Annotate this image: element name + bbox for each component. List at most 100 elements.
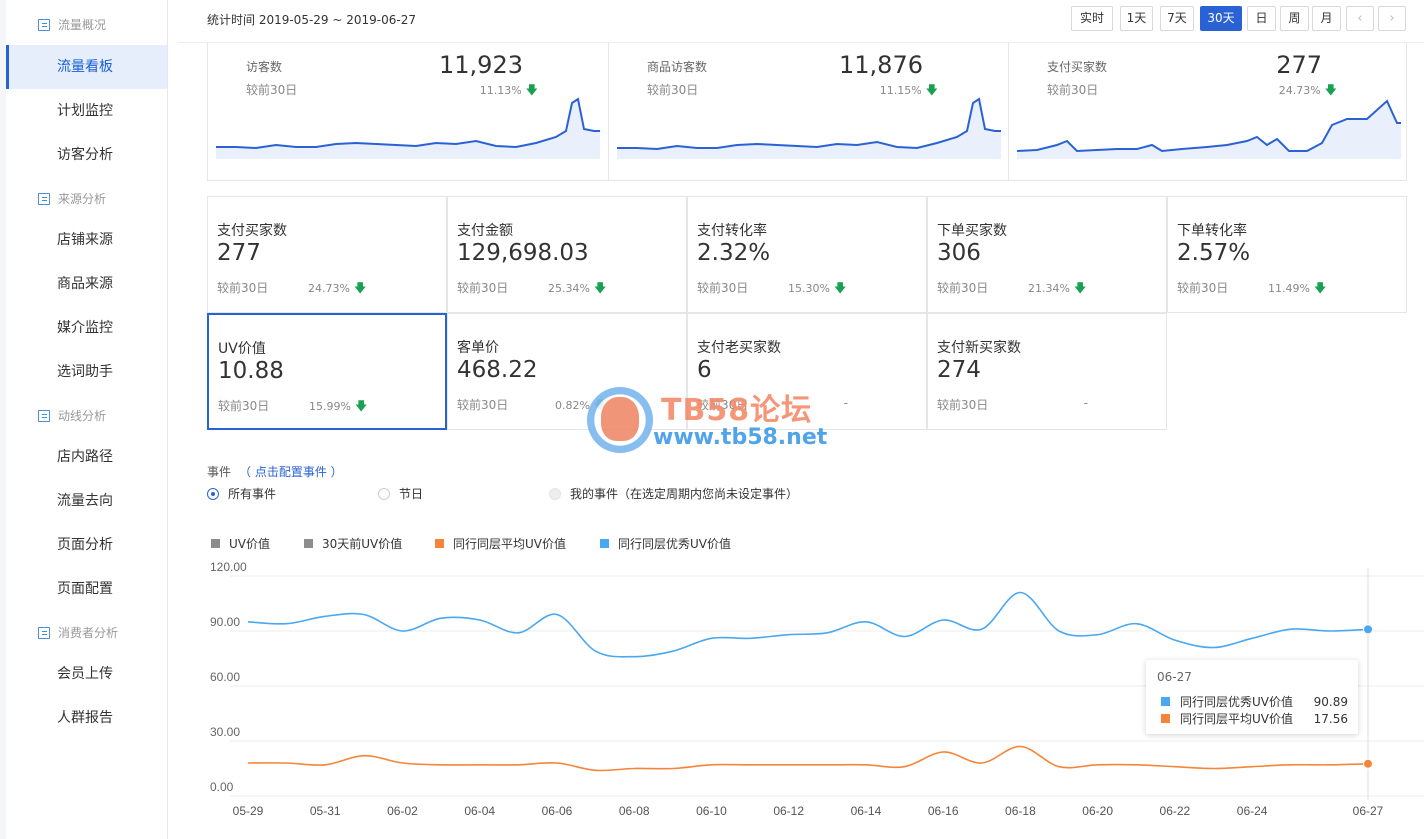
legend-uv-value[interactable]: UV价值 [211, 535, 270, 552]
radio-checked-icon[interactable] [207, 487, 219, 500]
sidebar-item-member-upload[interactable]: 会员上传 [6, 652, 167, 696]
metric-value: 2.32% [697, 240, 771, 266]
sidebar-item-plan-monitor[interactable]: 计划监控 [6, 89, 167, 133]
metric-title: 支付转化率 [697, 223, 767, 239]
sidebar-item-visitor-analysis[interactable]: 访客分析 [6, 133, 167, 177]
tooltip-name: 同行同层平均UV价值 [1180, 712, 1293, 726]
down-arrow-icon: 🡇 [354, 399, 368, 413]
metric-value: 129,698.03 [457, 240, 589, 266]
month-button[interactable]: 月 [1312, 6, 1341, 31]
legend-label: UV价值 [229, 537, 270, 551]
spark-cards: 访客数 较前30日 11,923 11.13% 🡇 商品访客数 较前30日 11,… [207, 43, 1407, 181]
period-text: 统计时间 2019-05-29 ~ 2019-06-27 [207, 13, 416, 27]
metric-compare: 较前30日 [217, 281, 269, 295]
legend-uv-30days-ago[interactable]: 30天前UV价值 [304, 535, 402, 552]
metric-pay-amount[interactable]: 支付金额 129,698.03 较前30日 25.34% 🡇 [447, 196, 687, 313]
sidebar-group-source: 来源分析 [38, 190, 106, 207]
30day-button[interactable]: 30天 [1200, 6, 1242, 31]
legend-peer-average[interactable]: 同行同层平均UV价值 [435, 535, 566, 552]
metric-title: 下单买家数 [937, 223, 1007, 239]
x-tick-label: 06-16 [928, 804, 959, 818]
sidebar-item-shop-source[interactable]: 店铺来源 [6, 218, 167, 262]
sidebar-item-product-source[interactable]: 商品来源 [6, 262, 167, 306]
metric-title: 支付老买家数 [697, 340, 781, 356]
metric-pay-buyers[interactable]: 支付买家数 277 较前30日 24.73% 🡇 [207, 196, 447, 313]
metric-uv-value[interactable]: UV价值 10.88 较前30日 15.99% 🡇 [207, 313, 447, 430]
spark-value: 11,923 [439, 51, 523, 79]
sidebar-item-shop-path[interactable]: 店内路径 [6, 435, 167, 479]
7day-button[interactable]: 7天 [1160, 6, 1194, 31]
sidebar-group-label: 来源分析 [58, 192, 107, 206]
radio-all-events[interactable]: 所有事件 [207, 485, 276, 502]
legend-peer-excellent[interactable]: 同行同层优秀UV价值 [600, 535, 731, 552]
events-title: 事件 （ 点击配置事件 ） [207, 463, 343, 480]
radio-label: 节日 [399, 487, 424, 501]
x-tick-label: 06-20 [1082, 804, 1113, 818]
sidebar-group-label: 流量概况 [58, 18, 107, 32]
spark-value: 277 [1276, 51, 1322, 79]
change-text: 11.49% [1268, 282, 1310, 295]
spark-card-product-visitors[interactable]: 商品访客数 较前30日 11,876 11.15% 🡇 [608, 43, 1008, 180]
legend-label: 同行同层优秀UV价值 [618, 537, 731, 551]
tooltip-value: 90.89 [1313, 694, 1348, 709]
chart-tooltip: 06-27 同行同层优秀UV价值 90.89 同行同层平均UV价值 17.56 [1146, 660, 1358, 734]
sidebar-group-consumer: 消费者分析 [38, 624, 118, 641]
x-tick-label: 06-12 [773, 804, 804, 818]
metric-title: UV价值 [218, 341, 266, 357]
x-tick-label: 06-22 [1160, 804, 1191, 818]
metric-change: 15.99% 🡇 [309, 397, 367, 418]
metric-change: 25.34% 🡇 [548, 279, 606, 300]
sparkline-chart [216, 97, 600, 159]
sidebar-group-label: 消费者分析 [58, 626, 119, 640]
metric-order-buyers[interactable]: 下单买家数 306 较前30日 21.34% 🡇 [927, 196, 1167, 313]
sidebar-item-keyword-helper[interactable]: 选词助手 [6, 350, 167, 394]
sidebar-item-flow-board[interactable]: 流量看板 [6, 45, 167, 89]
sidebar-group-path: 动线分析 [38, 407, 106, 424]
metric-order-conversion[interactable]: 下单转化率 2.57% 较前30日 11.49% 🡇 [1167, 196, 1407, 313]
tooltip-value: 17.56 [1313, 711, 1348, 726]
realtime-button[interactable]: 实时 [1071, 6, 1113, 31]
metric-value: 10.88 [218, 358, 284, 384]
change-text: 21.34% [1028, 282, 1070, 295]
configure-events-link[interactable]: （ 点击配置事件 ） [239, 465, 343, 479]
metric-pay-conversion[interactable]: 支付转化率 2.32% 较前30日 15.30% 🡇 [687, 196, 927, 313]
week-button[interactable]: 周 [1280, 6, 1309, 31]
spark-card-visitors[interactable]: 访客数 较前30日 11,923 11.13% 🡇 [208, 43, 608, 180]
series-line-1 [247, 745, 1369, 772]
legend-swatch [304, 539, 313, 548]
metric-compare: 较前30日 [937, 398, 989, 412]
next-arrow-icon[interactable]: › [1378, 6, 1406, 31]
y-tick-label: 0.00 [210, 780, 234, 794]
legend-swatch [600, 539, 609, 548]
sidebar-item-traffic-out[interactable]: 流量去向 [6, 479, 167, 523]
spark-card-pay-buyers[interactable]: 支付买家数 较前30日 277 24.73% 🡇 [1008, 43, 1407, 180]
tooltip-row-average: 同行同层平均UV价值 17.56 [1161, 710, 1351, 727]
x-tick-label: 06-18 [1005, 804, 1036, 818]
sidebar-item-page-config[interactable]: 页面配置 [6, 567, 167, 611]
1day-button[interactable]: 1天 [1120, 6, 1153, 31]
sparkline-chart [1017, 99, 1401, 159]
sidebar-item-media-monitor[interactable]: 媒介监控 [6, 306, 167, 350]
metric-title: 客单价 [457, 340, 499, 356]
day-button[interactable]: 日 [1247, 6, 1276, 31]
sidebar-item-crowd-report[interactable]: 人群报告 [6, 696, 167, 740]
metric-title: 支付金额 [457, 223, 513, 239]
events-label: 事件 [207, 465, 232, 479]
radio-holidays[interactable]: 节日 [378, 485, 423, 502]
report-icon [38, 626, 50, 639]
prev-arrow-icon[interactable]: ‹ [1346, 6, 1374, 31]
report-icon [38, 192, 50, 205]
sidebar-item-page-analysis[interactable]: 页面分析 [6, 523, 167, 567]
report-icon [38, 18, 50, 31]
x-tick-label: 06-08 [619, 804, 650, 818]
x-tick-label: 06-14 [851, 804, 882, 818]
metric-change: - [1083, 396, 1088, 410]
metric-new-buyers[interactable]: 支付新买家数 274 较前30日 - [927, 313, 1167, 430]
radio-icon[interactable] [378, 487, 390, 500]
metric-title: 支付新买家数 [937, 340, 1021, 356]
radio-label: 所有事件 [228, 487, 277, 501]
y-tick-label: 120.00 [210, 560, 247, 574]
spark-label: 访客数 [246, 60, 283, 74]
change-text: 0.82% [555, 399, 590, 412]
watermark-title: TB58论坛 [661, 393, 813, 428]
